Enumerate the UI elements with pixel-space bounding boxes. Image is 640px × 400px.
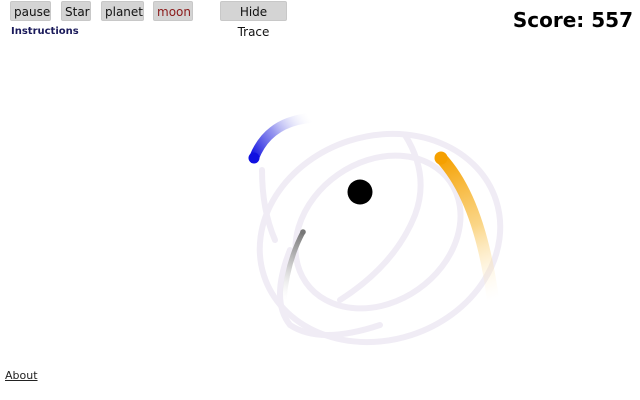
score-display: Score: 557	[512, 8, 633, 32]
game-stage[interactable]: pause Star planet moon Hide Trace Instru…	[0, 0, 640, 400]
add-planet-button[interactable]: planet	[101, 1, 144, 21]
orange-planet-body[interactable]	[434, 151, 448, 165]
hide-trace-button[interactable]: Hide Trace	[220, 1, 287, 39]
gray-moon-body[interactable]	[300, 229, 306, 235]
orbit-canvas[interactable]	[0, 0, 640, 400]
instructions-link[interactable]: Instructions	[11, 26, 79, 37]
blue-planet-body[interactable]	[248, 152, 260, 164]
blue-planet-trail	[249, 113, 315, 163]
star-body[interactable]	[347, 179, 373, 205]
pause-button[interactable]: pause	[10, 1, 51, 21]
add-star-button[interactable]: Star	[61, 1, 91, 21]
add-moon-button[interactable]: moon	[153, 1, 193, 21]
about-link[interactable]: About	[5, 369, 38, 382]
